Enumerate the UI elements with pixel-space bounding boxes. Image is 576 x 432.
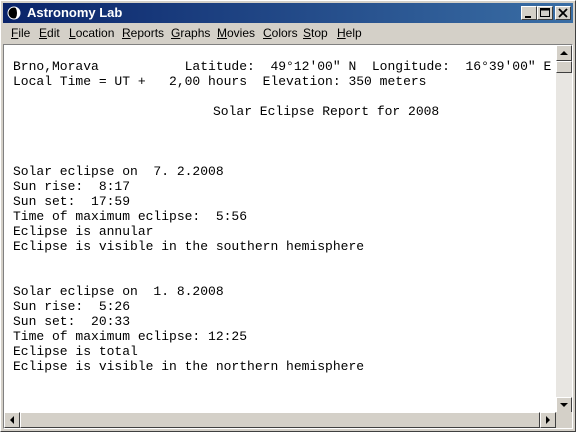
minimize-icon [525, 16, 531, 18]
eclipse-type: Eclipse is annular [13, 224, 154, 239]
horizontal-scroll-thumb[interactable] [20, 412, 540, 428]
menu-mnemonic: L [69, 26, 76, 40]
menu-movies[interactable]: Movies [217, 26, 255, 40]
window-title: Astronomy Lab [27, 5, 123, 20]
scroll-left-button[interactable] [4, 412, 20, 428]
vertical-scrollbar[interactable] [556, 45, 572, 413]
eclipse-sunset: Sun set: 20:33 [13, 314, 131, 329]
menu-label: eports [130, 26, 165, 40]
menu-graphs[interactable]: Graphs [171, 26, 210, 40]
menu-mnemonic: H [337, 26, 346, 40]
menu-label: ovies [227, 26, 256, 40]
app-window: Astronomy Lab File Edit Location Reports… [0, 0, 576, 432]
eclipse-date: Solar eclipse on 7. 2.2008 [13, 164, 224, 179]
maximize-button[interactable] [537, 6, 553, 20]
menu-edit[interactable]: Edit [39, 26, 60, 40]
menu-mnemonic: G [171, 26, 181, 40]
eclipse-maximum: Time of maximum eclipse: 12:25 [13, 329, 248, 344]
menu-colors[interactable]: Colors [263, 26, 298, 40]
minimize-button[interactable] [521, 6, 537, 20]
scroll-down-button[interactable] [556, 397, 572, 413]
menu-help[interactable]: Help [337, 26, 362, 40]
eclipse-maximum: Time of maximum eclipse: 5:56 [13, 209, 248, 224]
menu-reports[interactable]: Reports [122, 26, 164, 40]
menu-label: dit [47, 26, 60, 40]
scroll-up-button[interactable] [556, 45, 572, 61]
menu-label: ocation [75, 26, 115, 40]
eclipse-visibility: Eclipse is visible in the southern hemis… [13, 239, 365, 254]
close-icon [558, 8, 568, 18]
menu-stop[interactable]: Stop [303, 26, 328, 40]
menu-label: olors [271, 26, 298, 40]
menu-location[interactable]: Location [69, 26, 114, 40]
time-elevation-header: Local Time = UT + 2,00 hours Elevation: … [13, 74, 427, 89]
vertical-scroll-thumb[interactable] [556, 61, 572, 73]
report-title: Solar Eclipse Report for 2008 [213, 104, 440, 119]
eclipse-sunset: Sun set: 17:59 [13, 194, 131, 209]
menu-mnemonic: E [39, 26, 48, 40]
scrollbar-corner [556, 412, 572, 428]
maximize-icon [540, 8, 550, 17]
menu-mnemonic: S [303, 26, 312, 40]
arrow-right-icon [546, 416, 550, 424]
eclipse-type: Eclipse is total [13, 344, 138, 359]
menu-mnemonic: C [263, 26, 272, 40]
eclipse-sunrise: Sun rise: 8:17 [13, 179, 131, 194]
location-header: Brno,Morava Latitude: 49°12'00" N Longit… [13, 59, 552, 74]
menu-label: top [311, 26, 328, 40]
menu-mnemonic: R [122, 26, 131, 40]
eclipse-date: Solar eclipse on 1. 8.2008 [13, 284, 224, 299]
arrow-down-icon [560, 403, 568, 407]
menu-file[interactable]: File [11, 26, 30, 40]
close-button[interactable] [555, 6, 571, 20]
report-document[interactable]: Brno,Morava Latitude: 49°12'00" N Longit… [4, 45, 557, 415]
menu-mnemonic: M [217, 26, 227, 40]
menu-label: elp [345, 26, 362, 40]
horizontal-scrollbar[interactable] [4, 412, 556, 428]
title-bar[interactable]: Astronomy Lab [3, 3, 573, 23]
arrow-up-icon [560, 51, 568, 55]
menu-label: raphs [180, 26, 211, 40]
report-view: Brno,Morava Latitude: 49°12'00" N Longit… [3, 44, 573, 429]
scroll-right-button[interactable] [540, 412, 556, 428]
menu-bar: File Edit Location Reports Graphs Movies… [3, 23, 573, 43]
menu-label: ile [18, 26, 31, 40]
arrow-left-icon [10, 416, 14, 424]
eclipse-sunrise: Sun rise: 5:26 [13, 299, 131, 314]
eclipse-visibility: Eclipse is visible in the northern hemis… [13, 359, 365, 374]
moon-icon [7, 6, 21, 20]
